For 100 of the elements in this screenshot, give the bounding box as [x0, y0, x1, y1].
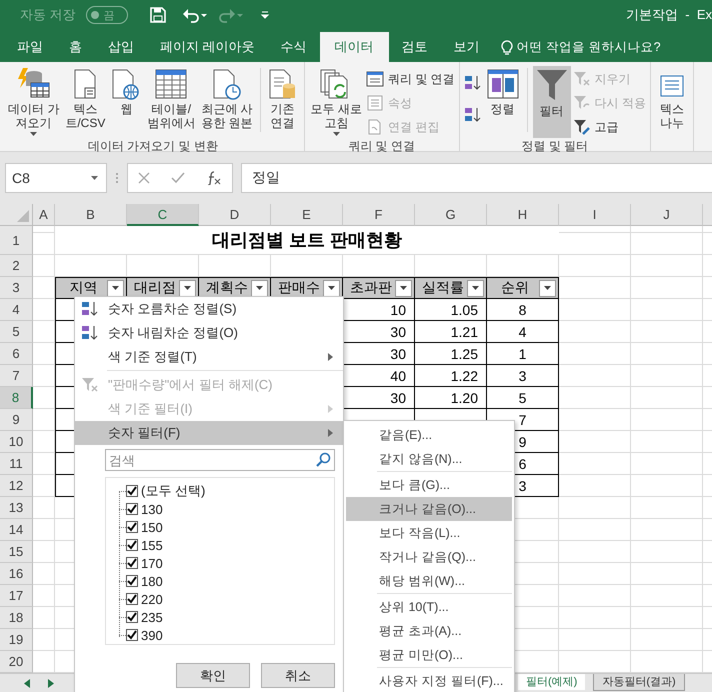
menu-item[interactable]: 숫자 내림차순 정렬(O)	[75, 321, 343, 345]
ribbon-tab[interactable]: 보기	[440, 32, 493, 62]
ribbon-tab[interactable]: 홈	[56, 32, 95, 62]
function-icon[interactable]	[206, 171, 222, 185]
ribbon-button[interactable]: 텍스 트/CSV	[63, 66, 108, 138]
column-header[interactable]: J	[631, 204, 703, 226]
sort-ascending-icon[interactable]	[464, 74, 482, 92]
ribbon-button[interactable]: 데이터 가 져오기	[6, 66, 62, 138]
tell-me-search[interactable]: 어떤 작업을 원하시나요?	[516, 38, 661, 56]
row-header[interactable]: 1	[0, 226, 33, 255]
filter-dropdown-button[interactable]	[395, 280, 412, 296]
row-header[interactable]: 15	[0, 541, 33, 563]
search-icon	[316, 452, 331, 467]
ribbon-tab[interactable]: 데이터	[320, 32, 389, 62]
filter-dropdown-button[interactable]	[251, 280, 268, 296]
previous-sheet-icon[interactable]	[24, 679, 30, 688]
search-field[interactable]: 검색	[105, 449, 335, 471]
menu-item[interactable]: 평균 초과(A)...	[346, 619, 512, 643]
ribbon-button[interactable]: 필터	[532, 66, 571, 138]
ribbon-tab[interactable]: 검토	[388, 32, 441, 62]
menu-item[interactable]: 크거나 같음(O)...	[346, 497, 512, 521]
save-icon[interactable]	[150, 7, 166, 23]
next-sheet-icon[interactable]	[48, 679, 54, 688]
column-header[interactable]: H	[487, 204, 559, 226]
value-label: 150	[141, 520, 163, 534]
undo-icon[interactable]	[182, 7, 208, 23]
filter-dropdown-button[interactable]	[179, 280, 196, 296]
row-header[interactable]: 4	[0, 299, 33, 321]
customize-icon[interactable]	[260, 10, 270, 20]
column-header[interactable]: D	[199, 204, 271, 226]
menu-item[interactable]: 사용자 지정 필터(F)...	[346, 669, 512, 692]
column-header[interactable]: A	[33, 204, 55, 226]
ribbon-button[interactable]: 웹	[109, 66, 144, 138]
filter-dropdown-button[interactable]	[323, 280, 340, 296]
reapply-filter-icon	[572, 95, 591, 111]
dialog-button[interactable]: 취소	[261, 663, 335, 688]
column-header[interactable]: C	[127, 204, 199, 226]
ribbon-button[interactable]: 모두 새로 고침	[308, 66, 364, 138]
row-header[interactable]: 8	[0, 387, 33, 409]
row-header[interactable]: 17	[0, 585, 33, 607]
filter-dropdown-button[interactable]	[107, 280, 124, 296]
column-header[interactable]: F	[343, 204, 415, 226]
menu-item[interactable]: 작거나 같음(Q)...	[346, 545, 512, 569]
row-header[interactable]: 3	[0, 277, 33, 299]
ribbon-button[interactable]: 정렬	[484, 66, 522, 138]
menu-item[interactable]: 보다 작음(L)...	[346, 521, 512, 545]
row-header[interactable]: 14	[0, 519, 33, 541]
checkbox[interactable]	[126, 629, 138, 641]
checkbox[interactable]	[126, 503, 138, 515]
ribbon-button[interactable]: 기존 연결	[266, 66, 300, 138]
ribbon-button[interactable]: 최근에 사 용한 원본	[199, 66, 255, 138]
sheet-tab[interactable]: 필터(예제)	[518, 674, 586, 690]
filter-dropdown-button[interactable]	[467, 280, 484, 296]
column-header[interactable]: B	[55, 204, 127, 226]
filter-dropdown-button[interactable]	[539, 280, 556, 296]
checkbox[interactable]	[126, 485, 138, 497]
check-icon[interactable]	[170, 172, 185, 184]
menu-item[interactable]: 상위 10(T)...	[346, 595, 512, 619]
row-header[interactable]: 6	[0, 343, 33, 365]
row-header[interactable]: 2	[0, 255, 33, 277]
ribbon-button[interactable]: 테이블/ 범위에서	[145, 66, 198, 138]
ribbon-tab[interactable]: 삽입	[95, 32, 147, 62]
menu-item[interactable]: 색 기준 정렬(T)	[75, 345, 343, 369]
checkbox[interactable]	[126, 521, 138, 533]
row-header[interactable]: 20	[0, 651, 33, 673]
checkbox[interactable]	[126, 611, 138, 623]
ribbon-small-button[interactable]: 고급	[572, 116, 646, 138]
ribbon-button[interactable]: 텍스 나누	[655, 66, 690, 138]
ribbon-tab[interactable]: 수식	[268, 32, 320, 62]
column-header[interactable]: I	[559, 204, 631, 226]
checkbox[interactable]	[126, 593, 138, 605]
checkbox[interactable]	[126, 557, 138, 569]
table-cell: 1.05	[415, 299, 487, 321]
row-header[interactable]: 16	[0, 563, 33, 585]
ribbon-tab[interactable]: 페이지 레이아웃	[147, 32, 268, 62]
table-cell: 1.21	[415, 321, 487, 343]
menu-item[interactable]: 해당 범위(W)...	[346, 569, 512, 593]
column-header[interactable]: E	[271, 204, 343, 226]
ribbon-small-button[interactable]: 쿼리 및 연결	[366, 68, 455, 90]
sort-descending-icon[interactable]	[464, 106, 482, 124]
column-header[interactable]: G	[415, 204, 487, 226]
checkbox[interactable]	[126, 575, 138, 587]
checkbox[interactable]	[126, 539, 138, 551]
row-header[interactable]: 11	[0, 453, 33, 475]
menu-item[interactable]: 숫자 오름차순 정렬(S)	[75, 297, 343, 321]
row-header[interactable]: 9	[0, 409, 33, 431]
ribbon-tab[interactable]: 파일	[4, 32, 56, 62]
row-header[interactable]: 19	[0, 629, 33, 651]
row-header[interactable]: 13	[0, 497, 33, 519]
formula-field[interactable]: 정일	[241, 163, 712, 193]
row-header[interactable]: 10	[0, 431, 33, 453]
sheet-tab[interactable]: 자동필터(결과)	[593, 674, 685, 691]
dialog-button[interactable]: 확인	[176, 663, 250, 688]
menu-item[interactable]: 숫자 필터(F)	[75, 421, 343, 445]
row-header[interactable]: 5	[0, 321, 33, 343]
row-header[interactable]: 7	[0, 365, 33, 387]
menu-item[interactable]: 평균 미만(O)...	[346, 643, 512, 667]
row-header[interactable]: 12	[0, 475, 33, 497]
row-header[interactable]: 18	[0, 607, 33, 629]
name-box[interactable]: C8	[5, 163, 107, 193]
